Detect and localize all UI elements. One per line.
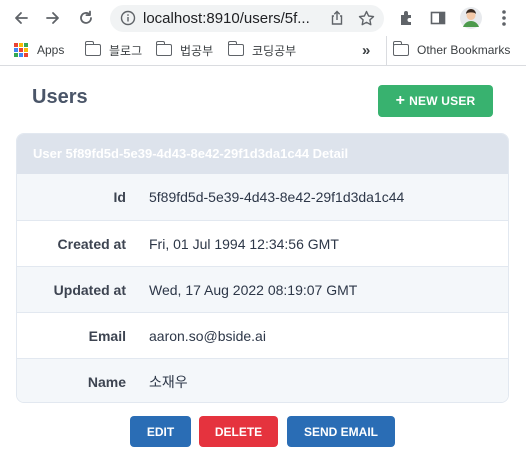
side-panel-icon[interactable] — [428, 8, 448, 28]
detail-row-email: Email aaron.so@bside.ai — [17, 312, 508, 358]
new-user-button[interactable]: + NEW USER — [378, 85, 493, 117]
field-value: 소재우 — [149, 373, 188, 390]
field-value: Wed, 17 Aug 2022 08:19:07 GMT — [149, 281, 358, 298]
field-value: aaron.so@bside.ai — [149, 327, 266, 344]
field-label: Created at — [57, 235, 126, 252]
plus-icon: + — [395, 92, 406, 109]
bookmark-folder-coding[interactable]: 코딩공부 — [227, 41, 297, 59]
page-content: Users + NEW USER User 5f89fd5d-5e39-4d43… — [0, 66, 526, 476]
bookmark-label: 코딩공부 — [252, 43, 297, 58]
address-bar[interactable]: localhost:8910/users/5f... — [110, 5, 384, 32]
bookmark-label: 법공부 — [180, 43, 214, 58]
extensions-icon[interactable] — [397, 8, 417, 28]
detail-row-name: Name 소재우 — [17, 358, 508, 402]
detail-row-updated-at: Updated at Wed, 17 Aug 2022 08:19:07 GMT — [17, 266, 508, 312]
field-value: Fri, 01 Jul 1994 12:34:56 GMT — [149, 235, 339, 252]
folder-icon — [227, 41, 244, 56]
bookmarks-divider — [386, 36, 387, 66]
edit-button[interactable]: EDIT — [130, 416, 191, 447]
browser-toolbar: localhost:8910/users/5f... — [0, 0, 526, 36]
star-icon[interactable] — [357, 9, 375, 27]
field-label: Email — [88, 327, 126, 344]
profile-avatar-icon[interactable] — [459, 6, 483, 30]
detail-row-id: Id 5f89fd5d-5e39-4d43-8e42-29f1d3da1c44 — [17, 174, 508, 220]
bookmarks-overflow-button[interactable]: » — [362, 41, 370, 59]
apps-grid-icon — [14, 43, 28, 57]
reload-icon[interactable] — [76, 8, 96, 28]
bookmark-apps-label: Apps — [37, 43, 65, 57]
bookmark-other[interactable]: Other Bookmarks — [392, 41, 511, 59]
send-email-button[interactable]: SEND EMAIL — [287, 416, 395, 447]
page-title: Users — [32, 86, 88, 108]
back-icon[interactable] — [11, 8, 31, 28]
delete-button[interactable]: DELETE — [199, 416, 278, 447]
bookmark-folder-blog[interactable]: 블로그 — [84, 41, 143, 59]
bookmark-apps[interactable]: Apps — [14, 41, 64, 59]
user-detail-card: User 5f89fd5d-5e39-4d43-8e42-29f1d3da1c4… — [16, 133, 509, 403]
bookmark-label: 블로그 — [109, 43, 143, 58]
field-value: 5f89fd5d-5e39-4d43-8e42-29f1d3da1c44 — [149, 189, 405, 205]
field-label: Name — [87, 373, 126, 390]
detail-row-created-at: Created at Fri, 01 Jul 1994 12:34:56 GMT — [17, 220, 508, 266]
folder-icon — [84, 41, 101, 56]
folder-icon — [392, 41, 409, 56]
field-label: Id — [113, 189, 126, 205]
share-icon[interactable] — [328, 9, 346, 27]
card-title: User 5f89fd5d-5e39-4d43-8e42-29f1d3da1c4… — [17, 134, 508, 174]
new-user-label: NEW USER — [409, 94, 476, 108]
bookmark-other-label: Other Bookmarks — [417, 43, 511, 57]
site-info-icon[interactable] — [119, 9, 137, 27]
bookmarks-bar: Apps 블로그 법공부 코딩공부 » Other Bookmarks — [0, 36, 526, 66]
bookmark-folder-law[interactable]: 법공부 — [155, 41, 214, 59]
url-text[interactable]: localhost:8910/users/5f... — [143, 10, 321, 27]
menu-dots-icon[interactable] — [494, 8, 514, 28]
folder-icon — [155, 41, 172, 56]
forward-icon[interactable] — [43, 8, 63, 28]
field-label: Updated at — [53, 281, 126, 298]
